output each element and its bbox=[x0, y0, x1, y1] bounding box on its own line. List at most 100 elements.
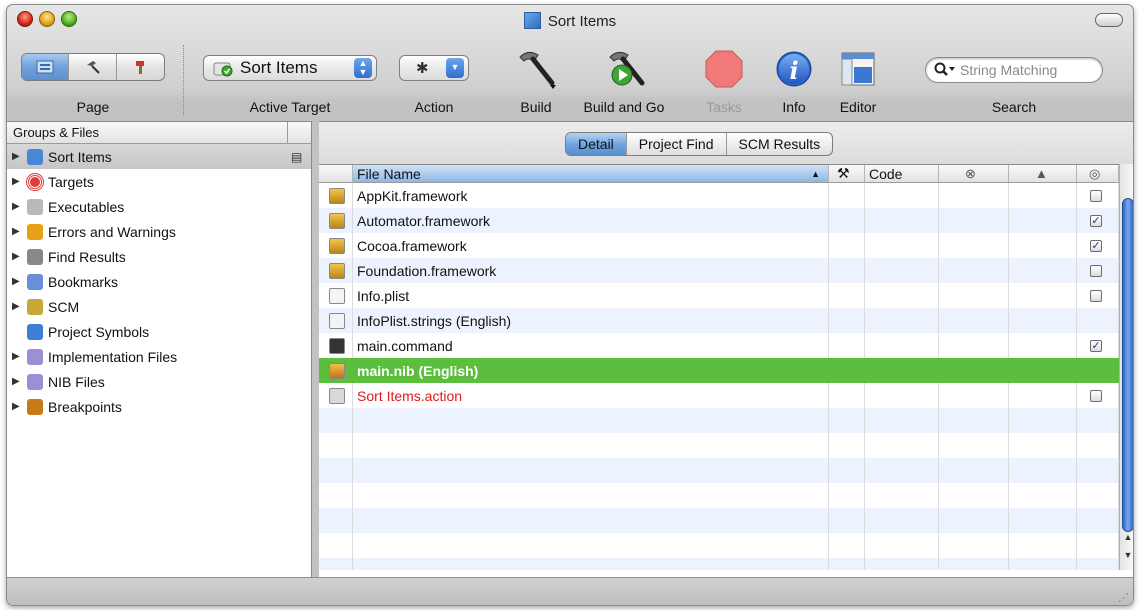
sidebar-item[interactable]: ▶ SCM bbox=[7, 294, 311, 319]
sidebar-item-label: Executables bbox=[48, 198, 125, 215]
info-button[interactable]: i Info bbox=[759, 35, 829, 121]
sidebar-item[interactable]: ▶ Errors and Warnings bbox=[7, 219, 311, 244]
error-icon: ⊗ bbox=[965, 165, 976, 181]
file-icon-cell bbox=[319, 183, 353, 208]
table-row[interactable]: Sort Items.action bbox=[319, 383, 1119, 408]
warnings-cell bbox=[1009, 333, 1077, 358]
build-cell bbox=[829, 233, 865, 258]
action-popup[interactable]: ✱ ▼ bbox=[399, 55, 469, 81]
column-build-header[interactable]: ⚒ bbox=[829, 165, 865, 182]
column-file-name-header[interactable]: File Name ▲ bbox=[353, 165, 829, 182]
sidebar-item-label: Bookmarks bbox=[48, 273, 119, 290]
file-name-header-label: File Name bbox=[357, 165, 421, 182]
disclosure-triangle-icon[interactable]: ▶ bbox=[12, 201, 24, 212]
page-build-segment[interactable] bbox=[69, 54, 117, 80]
sidebar-item[interactable]: ▶ Implementation Files bbox=[7, 344, 311, 369]
disclosure-triangle-icon[interactable]: ▶ bbox=[12, 151, 24, 162]
sidebar-item[interactable]: ▶ Breakpoints bbox=[7, 394, 311, 419]
scrollbar-thumb[interactable] bbox=[1122, 198, 1133, 532]
list-menu-icon[interactable]: ▤ bbox=[291, 150, 302, 164]
toolbar: Page Sort Items ▲ ▼ Active Target ✱ ▼ Act… bbox=[7, 35, 1133, 121]
target-membership-checkbox[interactable]: ✓ bbox=[1090, 339, 1102, 352]
editor-icon bbox=[841, 52, 875, 86]
svg-text:i: i bbox=[789, 56, 798, 85]
empty-cell bbox=[1077, 533, 1119, 558]
empty-cell bbox=[1077, 483, 1119, 508]
page-project-segment[interactable] bbox=[22, 54, 70, 80]
build-cell bbox=[829, 333, 865, 358]
sidebar-item[interactable]: ▶ Sort Items ▤ bbox=[7, 144, 311, 169]
empty-cell bbox=[353, 433, 829, 458]
editor-button[interactable]: Editor bbox=[823, 35, 893, 121]
table-row[interactable]: Cocoa.framework ✓ bbox=[319, 233, 1119, 258]
disclosure-triangle-icon[interactable]: ▶ bbox=[12, 401, 24, 412]
tabs-bar: Detail Project Find SCM Results bbox=[319, 122, 1133, 164]
disclosure-triangle-icon[interactable]: ▶ bbox=[12, 176, 24, 187]
target-membership-checkbox[interactable] bbox=[1090, 189, 1102, 202]
sidebar-item[interactable]: ▶ NIB Files bbox=[7, 369, 311, 394]
target-membership-checkbox[interactable]: ✓ bbox=[1090, 214, 1102, 227]
file-icon-cell bbox=[319, 358, 353, 383]
vertical-scrollbar[interactable]: ▲ ▼ bbox=[1119, 164, 1133, 570]
table-row[interactable]: Foundation.framework bbox=[319, 258, 1119, 283]
sidebar-item[interactable]: ▶ Executables bbox=[7, 194, 311, 219]
target-membership-checkbox[interactable] bbox=[1090, 389, 1102, 402]
target-membership-checkbox[interactable] bbox=[1090, 289, 1102, 302]
sidebar-item[interactable]: ▶ Bookmarks bbox=[7, 269, 311, 294]
sidebar-item[interactable]: ▶ Find Results bbox=[7, 244, 311, 269]
column-warnings-header[interactable]: ▲ bbox=[1009, 165, 1077, 182]
target-icon bbox=[27, 173, 43, 190]
table-row[interactable]: main.command ✓ bbox=[319, 333, 1119, 358]
sidebar-item[interactable]: Project Symbols bbox=[7, 319, 311, 344]
tab-scm-results[interactable]: SCM Results bbox=[727, 133, 833, 155]
empty-cell bbox=[1077, 433, 1119, 458]
resize-grip-icon[interactable]: ⋰ bbox=[1118, 591, 1129, 604]
column-code-header[interactable]: Code bbox=[865, 165, 939, 182]
detail-tabs: Detail Project Find SCM Results bbox=[565, 132, 834, 156]
file-name-cell: Foundation.framework bbox=[353, 258, 829, 283]
column-errors-header[interactable]: ⊗ bbox=[939, 165, 1009, 182]
build-and-go-button[interactable]: Build and Go bbox=[581, 35, 667, 121]
empty-cell bbox=[829, 408, 865, 433]
disclosure-triangle-icon[interactable]: ▶ bbox=[12, 276, 24, 287]
disclosure-triangle-icon[interactable]: ▶ bbox=[12, 251, 24, 262]
framework-icon bbox=[329, 187, 345, 204]
disclosure-triangle-icon[interactable]: ▶ bbox=[12, 351, 24, 362]
command-icon bbox=[329, 337, 345, 354]
page-debug-segment[interactable] bbox=[117, 54, 164, 80]
table-row[interactable]: main.nib (English) bbox=[319, 358, 1119, 383]
disclosure-triangle-icon[interactable]: ▶ bbox=[12, 376, 24, 387]
target-membership-checkbox[interactable] bbox=[1090, 264, 1102, 277]
tab-project-find[interactable]: Project Find bbox=[627, 133, 727, 155]
target-membership-checkbox[interactable]: ✓ bbox=[1090, 239, 1102, 252]
build-and-go-label: Build and Go bbox=[583, 99, 665, 115]
sidebar-item[interactable]: ▶ Targets bbox=[7, 169, 311, 194]
toolbar-toggle-button[interactable] bbox=[1095, 13, 1123, 27]
tab-detail[interactable]: Detail bbox=[566, 133, 627, 155]
table-row[interactable]: InfoPlist.strings (English) bbox=[319, 308, 1119, 333]
table-row[interactable]: Info.plist bbox=[319, 283, 1119, 308]
scroll-up-arrow[interactable]: ▲ bbox=[1120, 532, 1133, 542]
empty-cell bbox=[1009, 408, 1077, 433]
groups-and-files-sidebar: Groups & Files ▶ Sort Items ▤ ▶ Targets ▶ Exec… bbox=[7, 121, 312, 577]
empty-cell bbox=[353, 483, 829, 508]
disclosure-triangle-icon[interactable]: ▶ bbox=[12, 226, 24, 237]
hammer-column-icon: ⚒ bbox=[837, 165, 850, 181]
table-row[interactable]: Automator.framework ✓ bbox=[319, 208, 1119, 233]
build-button[interactable]: Build bbox=[501, 35, 571, 121]
nib-icon bbox=[329, 362, 345, 379]
column-target-header[interactable]: ◎ bbox=[1077, 165, 1119, 182]
errors-cell bbox=[939, 208, 1009, 233]
table-row[interactable]: AppKit.framework bbox=[319, 183, 1119, 208]
code-cell bbox=[865, 308, 939, 333]
active-target-popup[interactable]: Sort Items ▲ ▼ bbox=[203, 55, 377, 81]
search-field[interactable]: String Matching bbox=[925, 57, 1103, 83]
errors-cell bbox=[939, 283, 1009, 308]
scroll-down-arrow[interactable]: ▼ bbox=[1120, 550, 1133, 560]
disclosure-triangle-icon[interactable]: ▶ bbox=[12, 301, 24, 312]
file-name-cell: main.command bbox=[353, 333, 829, 358]
empty-cell bbox=[939, 483, 1009, 508]
tasks-button[interactable]: Tasks bbox=[689, 35, 759, 121]
warning-icon bbox=[27, 223, 43, 240]
column-icon-header[interactable] bbox=[319, 165, 353, 182]
